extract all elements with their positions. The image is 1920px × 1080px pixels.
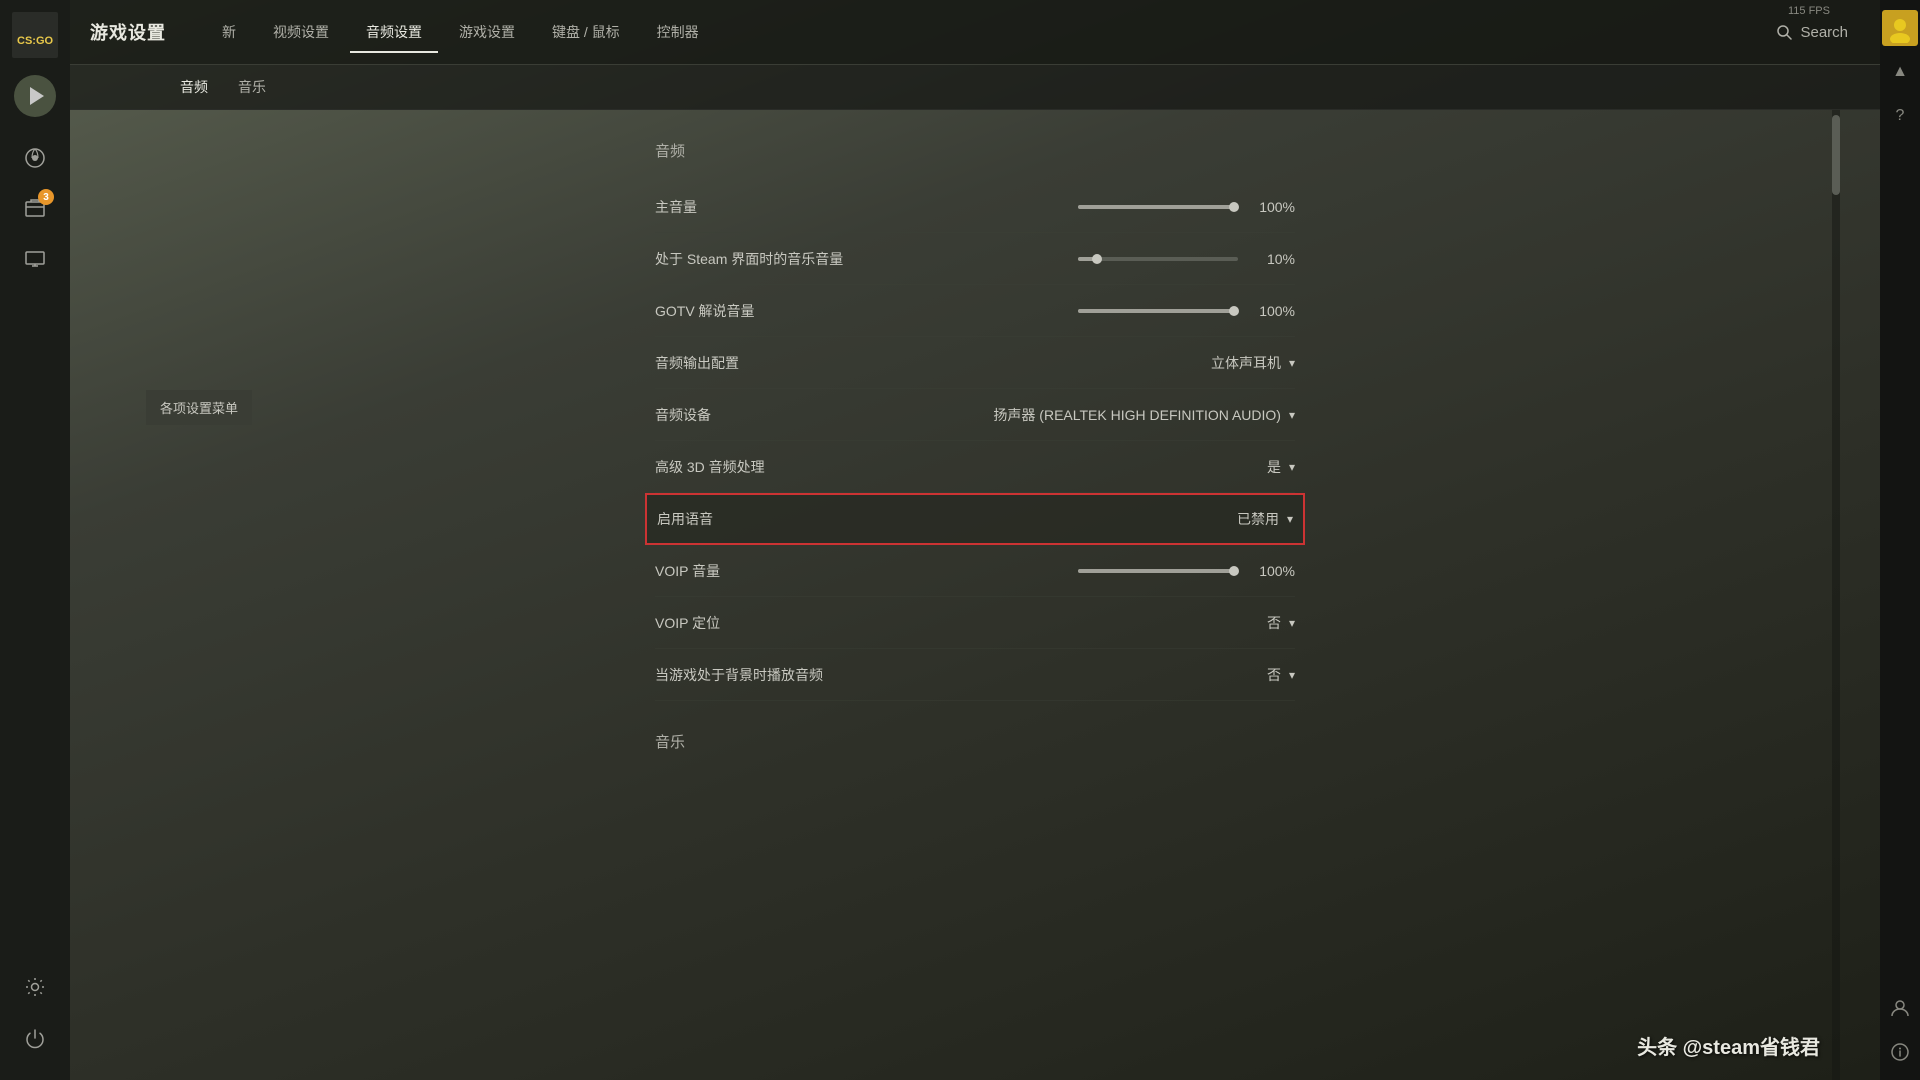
voip-pos-value[interactable]: 否 ▾ [1267, 613, 1295, 633]
3d-audio-row: 高级 3D 音频处理 是 ▾ [655, 441, 1295, 493]
enable-voice-label: 启用语音 [657, 509, 1237, 529]
watermark: 头条 @steam省钱君 [1637, 1031, 1820, 1060]
master-volume-percent: 100% [1250, 199, 1295, 215]
steam-music-label: 处于 Steam 界面时的音乐音量 [655, 249, 1078, 269]
steam-music-slider[interactable] [1078, 257, 1238, 261]
audio-output-label: 音频输出配置 [655, 353, 1211, 373]
voip-volume-label: VOIP 音量 [655, 561, 1078, 581]
bg-audio-row: 当游戏处于背景时播放音频 否 ▾ [655, 649, 1295, 701]
chevron-up-icon[interactable]: ▲ [1882, 54, 1918, 90]
steam-music-percent: 10% [1250, 251, 1295, 267]
audio-output-row: 音频输出配置 立体声耳机 ▾ [655, 337, 1295, 389]
voip-volume-thumb [1229, 566, 1239, 576]
header: 游戏设置 新 视频设置 音频设置 游戏设置 键盘 / 鼠标 控制器 Search [70, 0, 1880, 65]
fps-counter: 115 FPS [1788, 5, 1830, 17]
nav-tabs: 新 视频设置 音频设置 游戏设置 键盘 / 鼠标 控制器 [206, 14, 1764, 50]
bg-audio-value[interactable]: 否 ▾ [1267, 665, 1295, 685]
3d-audio-value[interactable]: 是 ▾ [1267, 457, 1295, 477]
steam-music-thumb [1092, 254, 1102, 264]
tv-icon[interactable] [14, 237, 56, 279]
radio-icon[interactable] [14, 137, 56, 179]
sub-tab-music[interactable]: 音乐 [238, 73, 266, 101]
sub-tab-audio[interactable]: 音频 [180, 73, 208, 101]
audio-device-label: 音频设备 [655, 405, 993, 425]
tab-controller[interactable]: 控制器 [641, 14, 715, 50]
gotv-volume-thumb [1229, 306, 1239, 316]
3d-audio-chevron: ▾ [1289, 460, 1295, 474]
enable-voice-chevron: ▾ [1287, 512, 1293, 526]
scrollbar-track[interactable] [1832, 110, 1840, 1080]
svg-text:CS:GO: CS:GO [17, 35, 54, 47]
tab-new[interactable]: 新 [206, 14, 252, 50]
badge-count: 3 [38, 189, 54, 205]
play-button[interactable] [14, 75, 56, 117]
master-volume-row: 主音量 100% [655, 181, 1295, 233]
main-content: 115 FPS 游戏设置 新 视频设置 音频设置 游戏设置 键盘 / 鼠标 控制… [70, 0, 1880, 1080]
gotv-volume-fill [1078, 309, 1238, 313]
audio-device-dropdown: 扬声器 (REALTEK HIGH DEFINITION AUDIO) [993, 405, 1281, 425]
settings-menu-button[interactable]: 各项设置菜单 [146, 390, 252, 425]
audio-section: 音频 主音量 100% 处于 Steam 界面时的音乐音量 [635, 130, 1315, 757]
search-label: Search [1800, 24, 1848, 41]
tab-game[interactable]: 游戏设置 [443, 14, 531, 50]
audio-output-dropdown: 立体声耳机 [1211, 353, 1281, 373]
voip-volume-slider[interactable] [1078, 569, 1238, 573]
search-area[interactable]: Search [1764, 18, 1860, 47]
master-volume-thumb [1229, 202, 1239, 212]
audio-device-chevron: ▾ [1289, 408, 1295, 422]
steam-music-row: 处于 Steam 界面时的音乐音量 10% [655, 233, 1295, 285]
voip-volume-percent: 100% [1250, 563, 1295, 579]
audio-output-value[interactable]: 立体声耳机 ▾ [1211, 353, 1295, 373]
audio-device-row: 音频设备 扬声器 (REALTEK HIGH DEFINITION AUDIO)… [655, 389, 1295, 441]
bg-audio-chevron: ▾ [1289, 668, 1295, 682]
master-volume-fill [1078, 205, 1238, 209]
master-volume-slider[interactable] [1078, 205, 1238, 209]
voip-pos-chevron: ▾ [1289, 616, 1295, 630]
master-volume-label: 主音量 [655, 197, 1078, 217]
settings-content: 音频 主音量 100% 处于 Steam 界面时的音乐音量 [70, 110, 1880, 1080]
settings-icon[interactable] [14, 966, 56, 1008]
voip-pos-label: VOIP 定位 [655, 613, 1267, 633]
power-icon[interactable] [14, 1018, 56, 1060]
enable-voice-dropdown: 已禁用 [1237, 509, 1279, 529]
music-section-title: 音乐 [655, 721, 1295, 757]
steam-music-value[interactable]: 10% [1078, 251, 1295, 267]
inventory-icon[interactable]: 3 [14, 187, 56, 229]
audio-output-chevron: ▾ [1289, 356, 1295, 370]
page-title: 游戏设置 [90, 19, 166, 45]
tab-audio[interactable]: 音频设置 [350, 14, 438, 50]
3d-audio-dropdown: 是 [1267, 457, 1281, 477]
voip-volume-value[interactable]: 100% [1078, 563, 1295, 579]
gotv-volume-percent: 100% [1250, 303, 1295, 319]
sub-tabs: 音频 音乐 [70, 65, 1880, 110]
voip-pos-row: VOIP 定位 否 ▾ [655, 597, 1295, 649]
gotv-volume-value[interactable]: 100% [1078, 303, 1295, 319]
audio-section-title: 音频 [655, 130, 1295, 166]
info-icon[interactable] [1882, 1034, 1918, 1070]
tab-keyboard[interactable]: 键盘 / 鼠标 [536, 14, 636, 50]
gotv-volume-label: GOTV 解说音量 [655, 301, 1078, 321]
tab-video[interactable]: 视频设置 [257, 14, 345, 50]
master-volume-value[interactable]: 100% [1078, 199, 1295, 215]
voip-volume-row: VOIP 音量 100% [655, 545, 1295, 597]
left-sidebar: CS:GO 3 [0, 0, 70, 1080]
user-icon[interactable] [1882, 990, 1918, 1026]
right-sidebar: ▲ ? [1880, 0, 1920, 1080]
enable-voice-row: 启用语音 已禁用 ▾ [645, 493, 1305, 545]
gotv-volume-row: GOTV 解说音量 100% [655, 285, 1295, 337]
audio-device-value[interactable]: 扬声器 (REALTEK HIGH DEFINITION AUDIO) ▾ [993, 405, 1295, 425]
scrollbar-thumb[interactable] [1832, 115, 1840, 195]
bg-audio-label: 当游戏处于背景时播放音频 [655, 665, 1267, 685]
voip-volume-fill [1078, 569, 1238, 573]
gotv-volume-slider[interactable] [1078, 309, 1238, 313]
3d-audio-label: 高级 3D 音频处理 [655, 457, 1267, 477]
search-icon [1776, 24, 1792, 40]
csgo-logo[interactable]: CS:GO [10, 10, 60, 60]
avatar[interactable] [1882, 10, 1918, 46]
voip-pos-dropdown: 否 [1267, 613, 1281, 633]
bg-audio-dropdown: 否 [1267, 665, 1281, 685]
help-icon[interactable]: ? [1882, 98, 1918, 134]
enable-voice-value[interactable]: 已禁用 ▾ [1237, 509, 1293, 529]
